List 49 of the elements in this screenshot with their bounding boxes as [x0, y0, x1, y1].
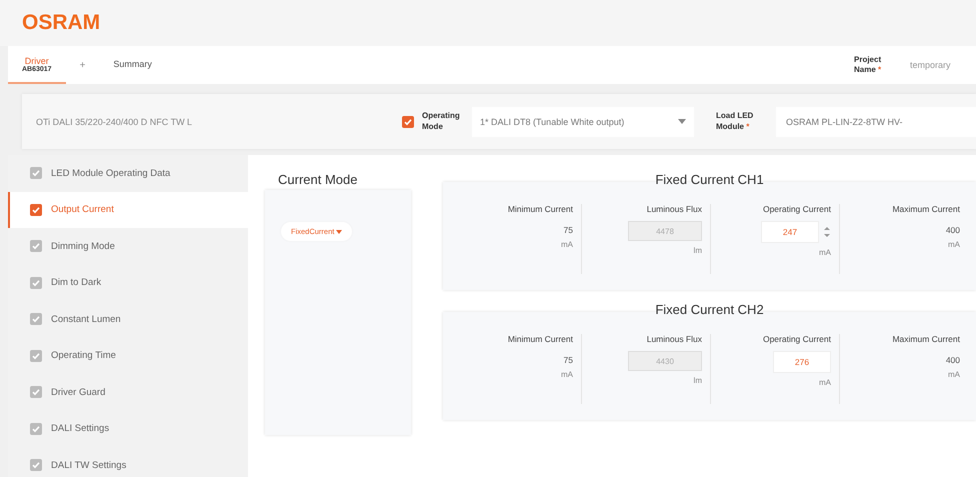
sidebar-item[interactable]: DALI Settings: [8, 410, 248, 447]
unit-label: mA: [819, 248, 831, 257]
sidebar-item[interactable]: Driver Guard: [8, 374, 248, 410]
project-name-field[interactable]: temporary: [910, 60, 976, 70]
caret-icon: [678, 119, 686, 124]
operating-mode-checkbox[interactable]: [402, 116, 414, 128]
project-name-label: Project Name *: [854, 54, 882, 76]
sidebar-item[interactable]: LED Module Operating Data: [8, 155, 248, 192]
flux-field: 4430: [628, 351, 702, 371]
unit-label: lm: [694, 376, 702, 385]
section-title: Fixed Current CH2: [654, 302, 765, 318]
spinner-icon[interactable]: [823, 226, 831, 238]
column-label: Luminous Flux: [646, 204, 702, 214]
column-label: Maximum Current: [892, 334, 960, 344]
unit-label: mA: [561, 240, 573, 249]
value-text: 75: [564, 225, 573, 235]
operating-mode-dropdown[interactable]: 1* DALI DT8 (Tunable White output): [472, 106, 694, 136]
unit-label: mA: [948, 240, 960, 249]
flux-field: 4478: [628, 221, 702, 241]
unit-label: lm: [694, 246, 702, 255]
column-label: Operating Current: [762, 204, 831, 214]
column-label: Maximum Current: [892, 204, 960, 214]
section-title: Current Mode: [277, 172, 358, 188]
sidebar-item[interactable]: Output Current: [8, 192, 248, 228]
column-label: Luminous Flux: [646, 334, 702, 344]
column-label: Minimum Current: [508, 334, 573, 344]
current-input[interactable]: 276: [773, 351, 831, 373]
unit-label: mA: [819, 378, 831, 387]
column-label: Minimum Current: [508, 204, 573, 214]
sidebar-item[interactable]: Dim to Dark: [8, 264, 248, 301]
column-label: Operating Current: [762, 334, 831, 344]
value-text: 400: [946, 355, 960, 365]
sidebar-item[interactable]: Dimming Mode: [8, 228, 248, 264]
section-title: Fixed Current CH1: [654, 172, 765, 188]
sidebar-item[interactable]: Operating Time: [8, 338, 248, 374]
caret-icon: [336, 230, 342, 234]
unit-label: mA: [948, 370, 960, 379]
led-module-field[interactable]: OSRAM PL-LIN-Z2-8TW HV-: [776, 106, 976, 136]
brand-logo: OSRAM: [22, 11, 100, 35]
unit-label: mA: [561, 370, 573, 379]
value-text: 75: [564, 355, 573, 365]
operating-mode-label: Operating Mode: [422, 110, 461, 132]
value-text: 400: [946, 225, 960, 235]
sidebar-item[interactable]: Constant Lumen: [8, 301, 248, 338]
current-input[interactable]: 247: [761, 221, 819, 243]
driver-name: OTi DALI 35/220-240/400 D NFC TW L: [36, 116, 194, 126]
load-led-module-label: Load LED Module *: [716, 110, 754, 132]
add-tab-button[interactable]: +: [66, 46, 100, 84]
sidebar-item[interactable]: DALI TW Settings: [8, 447, 248, 477]
